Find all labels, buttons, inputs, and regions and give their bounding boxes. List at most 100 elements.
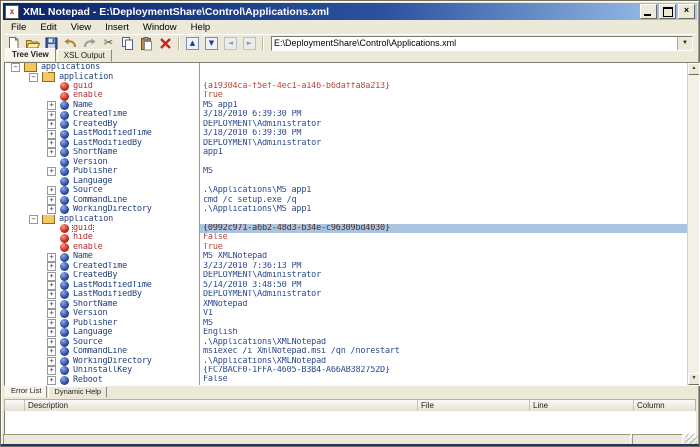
menu-item-help[interactable]: Help xyxy=(184,21,218,34)
menu-item-window[interactable]: Window xyxy=(136,21,184,34)
node-value[interactable]: MS xyxy=(199,319,688,328)
expand-icon[interactable]: + xyxy=(47,281,56,290)
node-name[interactable]: CommandLine xyxy=(73,196,127,205)
expand-icon[interactable]: + xyxy=(47,319,56,328)
expand-icon[interactable]: + xyxy=(47,148,56,157)
node-name[interactable]: WorkingDirectory xyxy=(73,205,152,214)
node-name[interactable]: LastModifiedBy xyxy=(73,290,142,299)
node-value[interactable]: False xyxy=(199,233,688,242)
node-value[interactable]: app1 xyxy=(199,148,688,157)
node-name[interactable]: guid xyxy=(73,82,93,91)
node-value[interactable]: {a19304ca-f5ef-4ec1-a146-b6daffa8a213} xyxy=(199,82,688,91)
node-value[interactable] xyxy=(199,63,688,72)
expand-icon[interactable]: + xyxy=(47,186,56,195)
node-name[interactable]: ShortName xyxy=(73,300,117,309)
node-name[interactable]: Name xyxy=(73,252,93,261)
node-value[interactable]: DEPLOYMENT\Administrator xyxy=(199,271,688,280)
expand-icon[interactable]: + xyxy=(47,139,56,148)
vertical-scrollbar[interactable]: ▲ ▼ xyxy=(687,63,699,385)
node-name[interactable]: CreatedBy xyxy=(73,120,117,129)
expand-icon[interactable]: + xyxy=(47,196,56,205)
node-value[interactable]: .\Applications\XMLNotepad xyxy=(199,338,688,347)
node-name[interactable]: enable xyxy=(73,91,103,100)
node-value[interactable]: .\Applications\MS app1 xyxy=(199,186,688,195)
node-name[interactable]: enable xyxy=(73,243,103,252)
node-value[interactable]: DEPLOYMENT\Administrator xyxy=(199,290,688,299)
node-value[interactable]: True xyxy=(199,91,688,100)
node-name[interactable]: Version xyxy=(73,309,107,318)
expand-icon[interactable]: + xyxy=(47,120,56,129)
node-value[interactable]: 5/14/2010 3:48:50 PM xyxy=(199,281,688,290)
expand-icon[interactable]: + xyxy=(47,347,56,356)
close-button[interactable]: × xyxy=(678,4,695,19)
node-value[interactable]: msiexec /i XmlNotepad.msi /qn /norestart xyxy=(199,347,688,356)
tab-tree-view[interactable]: Tree View xyxy=(5,48,56,62)
node-value[interactable]: False xyxy=(199,375,688,384)
expand-icon[interactable]: + xyxy=(47,253,56,262)
node-name[interactable]: Publisher xyxy=(73,319,117,328)
node-name[interactable]: LastModifiedBy xyxy=(73,139,142,148)
node-value[interactable] xyxy=(199,177,688,186)
node-name[interactable]: UninstallKey xyxy=(73,366,132,375)
node-name[interactable]: Reboot xyxy=(73,376,103,385)
address-dropdown-button[interactable]: ▼ xyxy=(677,37,692,50)
node-name[interactable]: hide xyxy=(73,233,93,242)
node-value[interactable] xyxy=(199,72,688,81)
node-value[interactable]: V1 xyxy=(199,309,688,318)
node-value[interactable]: DEPLOYMENT\Administrator xyxy=(199,139,688,148)
node-name[interactable]: CreatedBy xyxy=(73,271,117,280)
node-name[interactable]: Language xyxy=(73,328,112,337)
node-name[interactable]: application xyxy=(59,73,113,82)
node-name[interactable]: Source xyxy=(73,338,103,347)
nudge-right-button[interactable]: ► xyxy=(240,35,259,51)
node-name[interactable]: Version xyxy=(73,158,107,167)
tab-xsl-output[interactable]: XSL Output xyxy=(57,49,112,62)
node-value[interactable]: .\Applications\XMLNotepad xyxy=(199,357,688,366)
minimize-button[interactable] xyxy=(640,4,657,19)
column-splitter[interactable] xyxy=(199,63,200,385)
expand-icon[interactable]: + xyxy=(47,130,56,139)
expand-icon[interactable]: + xyxy=(47,101,56,110)
address-input[interactable] xyxy=(272,38,677,49)
collapse-icon[interactable]: − xyxy=(29,73,38,82)
node-value[interactable]: True xyxy=(199,243,688,252)
node-value[interactable]: MS app1 xyxy=(199,101,688,110)
node-name[interactable]: CreatedTime xyxy=(73,110,127,119)
node-name[interactable]: applications xyxy=(41,63,100,72)
expand-icon[interactable]: + xyxy=(47,357,56,366)
node-value[interactable]: {0992c971-a6b2-48d3-b34e-c96309bd4030} xyxy=(199,224,688,233)
expand-icon[interactable]: + xyxy=(47,167,56,176)
scroll-down-icon[interactable]: ▼ xyxy=(688,373,700,385)
menu-item-view[interactable]: View xyxy=(64,21,98,34)
node-value[interactable]: MS xyxy=(199,167,688,176)
expand-icon[interactable]: + xyxy=(47,205,56,214)
node-name[interactable]: LastModifiedTime xyxy=(73,281,152,290)
node-value[interactable]: 3/18/2010 6:39:30 PM xyxy=(199,110,688,119)
maximize-button[interactable] xyxy=(659,4,676,19)
scroll-up-icon[interactable]: ▲ xyxy=(688,63,700,75)
node-name[interactable]: CreatedTime xyxy=(73,262,127,271)
nudge-up-button[interactable]: ▲ xyxy=(183,35,202,51)
node-name[interactable]: Source xyxy=(73,186,103,195)
delete-button[interactable] xyxy=(156,35,175,51)
collapse-icon[interactable]: − xyxy=(11,63,20,72)
tab-dynamic-help[interactable]: Dynamic Help xyxy=(48,386,107,398)
expand-icon[interactable]: + xyxy=(47,328,56,337)
node-value[interactable]: cmd /c setup.exe /q xyxy=(199,196,688,205)
node-value[interactable]: {FC7BACF0-1FFA-4605-B3B4-A66AB382752D} xyxy=(199,366,688,375)
node-value[interactable]: DEPLOYMENT\Administrator xyxy=(199,120,688,129)
node-value[interactable] xyxy=(199,158,688,167)
expand-icon[interactable]: + xyxy=(47,366,56,375)
node-value[interactable]: XMNotepad xyxy=(199,300,688,309)
node-value[interactable]: 3/18/2010 6:39:30 PM xyxy=(199,129,688,138)
node-name[interactable]: WorkingDirectory xyxy=(73,357,152,366)
expand-icon[interactable]: + xyxy=(47,309,56,318)
expand-icon[interactable]: + xyxy=(47,111,56,120)
copy-button[interactable] xyxy=(118,35,137,51)
collapse-icon[interactable]: − xyxy=(29,215,38,224)
menu-item-edit[interactable]: Edit xyxy=(33,21,63,34)
node-name[interactable]: Name xyxy=(73,101,93,110)
resize-grip[interactable] xyxy=(685,434,697,444)
nudge-left-button[interactable]: ◄ xyxy=(221,35,240,51)
expand-icon[interactable]: + xyxy=(47,262,56,271)
